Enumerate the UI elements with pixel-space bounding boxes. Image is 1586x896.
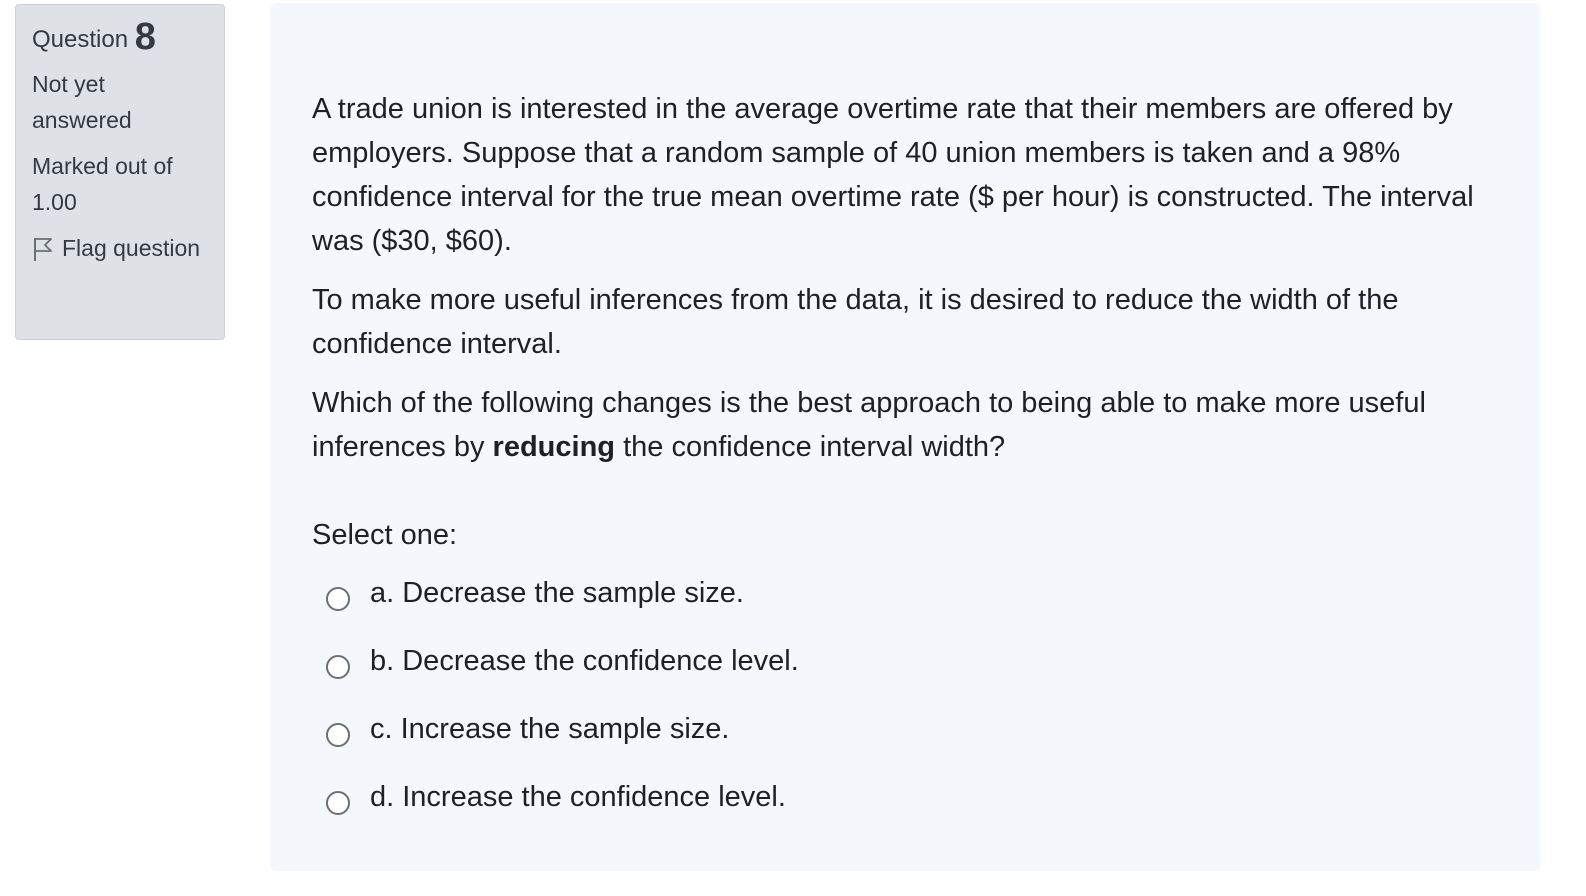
select-one-prompt: Select one: bbox=[312, 519, 458, 551]
flag-question-label: Flag question bbox=[62, 235, 201, 261]
answer-label-c[interactable]: c. Increase the sample size. bbox=[370, 707, 729, 751]
answer-option-c[interactable]: c. Increase the sample size. bbox=[326, 707, 1226, 775]
answer-option-d[interactable]: d. Increase the confidence level. bbox=[326, 775, 1226, 843]
question-paragraph-2: To make more useful inferences from the … bbox=[312, 284, 1399, 360]
radio-button-c[interactable] bbox=[326, 723, 350, 747]
radio-button-d[interactable] bbox=[326, 791, 350, 815]
question-grade: Marked out of 1.00 bbox=[32, 153, 173, 215]
question-number-heading: Question 8 bbox=[32, 16, 208, 58]
question-paragraph-3-end: the confidence interval width? bbox=[615, 431, 1006, 463]
flag-outline-icon bbox=[32, 236, 54, 262]
question-label: Question bbox=[32, 26, 129, 53]
question-emphasis: reducing bbox=[492, 431, 616, 463]
question-text: A trade union is interested in the avera… bbox=[312, 87, 1517, 484]
question-number: 8 bbox=[134, 16, 156, 58]
question-paragraph-1: A trade union is interested in the avera… bbox=[312, 93, 1474, 257]
answer-label-d[interactable]: d. Increase the confidence level. bbox=[370, 775, 786, 819]
radio-button-b[interactable] bbox=[326, 655, 350, 679]
answer-option-a[interactable]: a. Decrease the sample size. bbox=[326, 571, 1226, 639]
radio-button-a[interactable] bbox=[326, 587, 350, 611]
answer-label-a[interactable]: a. Decrease the sample size. bbox=[370, 571, 744, 615]
question-paragraph-3: Which of the following changes is the be… bbox=[312, 381, 1517, 469]
question-state: Not yet answered bbox=[32, 71, 132, 133]
answer-option-b[interactable]: b. Decrease the confidence level. bbox=[326, 639, 1226, 707]
question-content-panel: A trade union is interested in the avera… bbox=[270, 3, 1540, 871]
answer-options: a. Decrease the sample size. b. Decrease… bbox=[326, 571, 1226, 843]
answer-label-b[interactable]: b. Decrease the confidence level. bbox=[370, 639, 799, 683]
flag-question-link[interactable]: Flag question bbox=[32, 230, 208, 266]
question-info-panel: Question 8 Not yet answered Marked out o… bbox=[15, 4, 225, 340]
